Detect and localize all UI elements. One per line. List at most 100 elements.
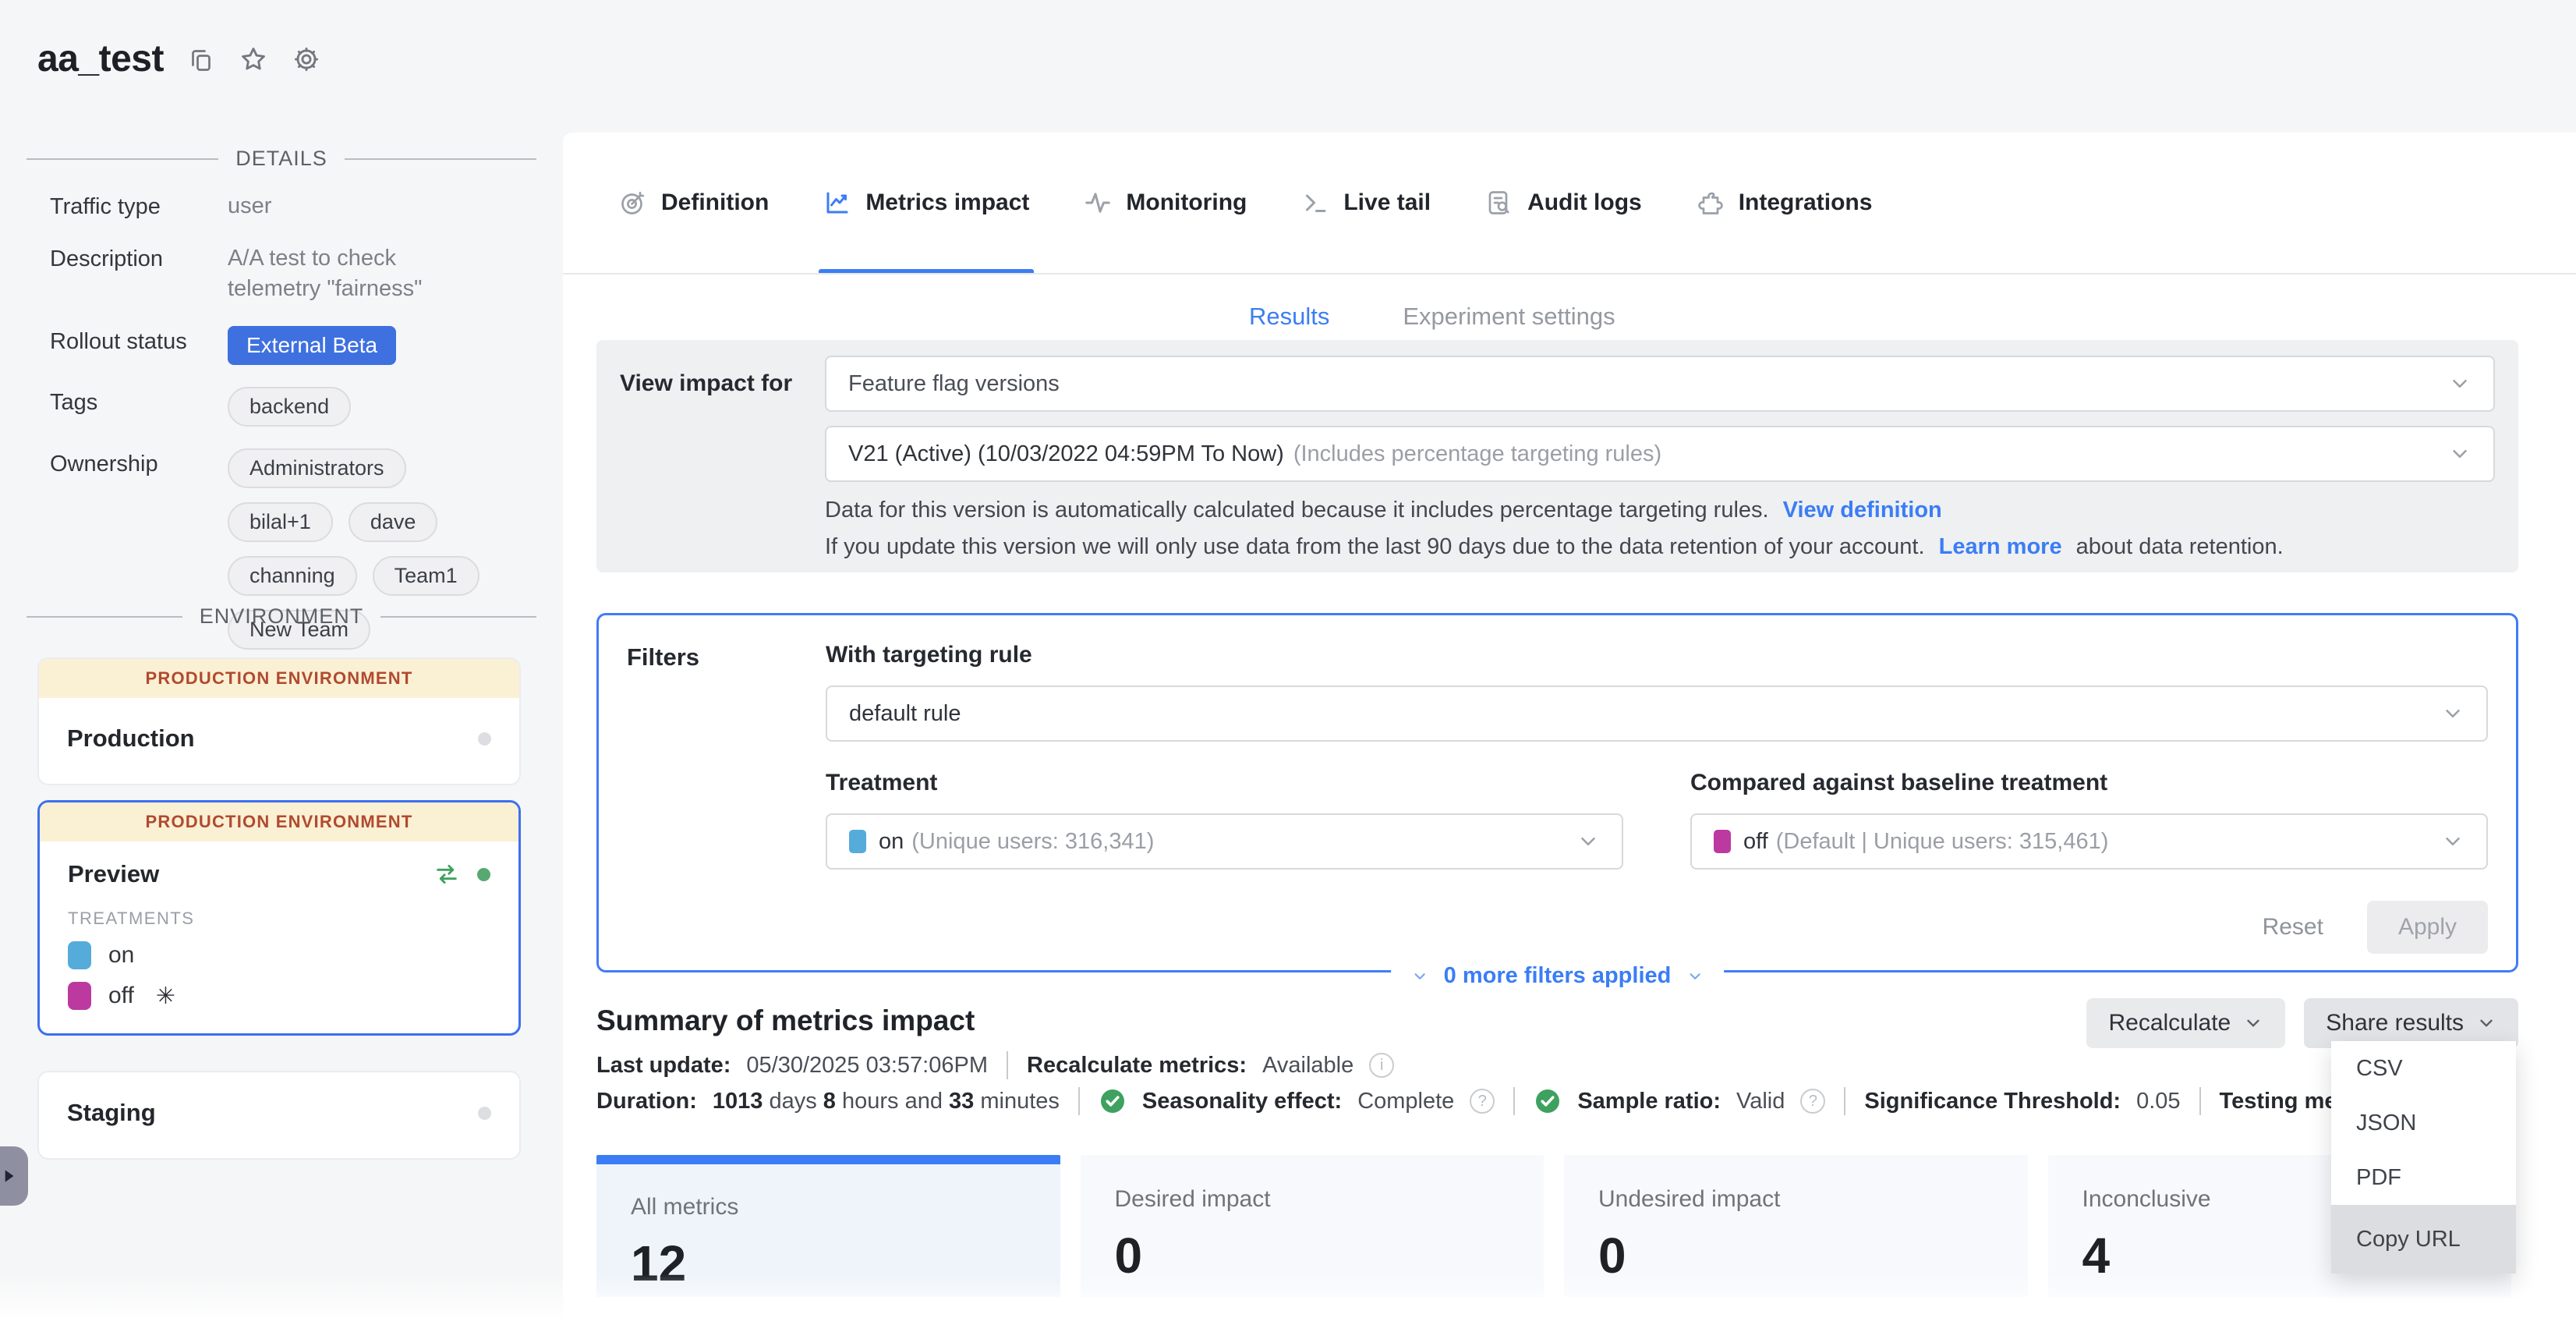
treatment-on-label: on — [108, 942, 134, 969]
owner-chip[interactable]: dave — [349, 502, 438, 542]
tag-chip[interactable]: backend — [228, 387, 351, 427]
tab-metrics-impact[interactable]: Metrics impact — [823, 133, 1029, 273]
baseline-filter: Compared against baseline treatment off … — [1690, 770, 2488, 870]
view-definition-link[interactable]: View definition — [1783, 498, 1942, 523]
check-circle-icon — [1534, 1087, 1562, 1115]
baseline-swatch — [1714, 830, 1731, 853]
star-icon — [239, 44, 268, 74]
menu-item-copy-url[interactable]: Copy URL — [2331, 1205, 2516, 1274]
learn-more-link[interactable]: Learn more — [1939, 534, 2062, 559]
question-icon[interactable]: ? — [1800, 1089, 1825, 1114]
recalculate-button[interactable]: Recalculate — [2086, 998, 2285, 1048]
chevron-down-icon — [2476, 1013, 2496, 1033]
subtab-bar: Results Experiment settings — [563, 303, 2576, 345]
tags-label: Tags — [50, 387, 228, 416]
divider — [2199, 1087, 2201, 1115]
impact-source-dropdown[interactable]: Feature flag versions — [825, 356, 2495, 412]
settings-button[interactable] — [292, 44, 321, 74]
tab-definition[interactable]: Definition — [619, 133, 769, 273]
chevron-down-icon — [2448, 442, 2472, 466]
duration-label: Duration: — [596, 1089, 697, 1114]
baseline-dropdown[interactable]: off (Default | Unique users: 315,461) — [1690, 813, 2488, 870]
check-circle-icon — [1099, 1087, 1127, 1115]
more-filters-label: 0 more filters applied — [1444, 963, 1672, 989]
chevron-down-icon — [2448, 372, 2472, 395]
detail-row-rollout-status: Rollout status External Beta — [50, 326, 525, 365]
document-search-icon — [1485, 189, 1513, 217]
question-icon[interactable]: ? — [1470, 1089, 1495, 1114]
treatment-off-swatch — [68, 982, 91, 1010]
version-dropdown[interactable]: V21 (Active) (10/03/2022 04:59PM To Now)… — [825, 426, 2495, 482]
menu-item-pdf[interactable]: PDF — [2331, 1150, 2516, 1205]
tab-audit-logs[interactable]: Audit logs — [1485, 133, 1642, 273]
default-treatment-marker-icon: ✳ — [156, 983, 175, 1010]
treatment-row-on: on — [68, 941, 490, 969]
status-dot — [478, 1107, 491, 1120]
subtab-experiment-settings[interactable]: Experiment settings — [1403, 303, 1615, 345]
summary-title: Summary of metrics impact — [596, 998, 975, 1037]
menu-item-csv[interactable]: CSV — [2331, 1041, 2516, 1096]
metric-card-undesired-impact[interactable]: Undesired impact 0 — [1564, 1155, 2028, 1297]
recalculate-metrics-label: Recalculate metrics: — [1027, 1053, 1247, 1079]
treatment-value: on — [879, 829, 904, 855]
environment-section-heading: ENVIRONMENT — [27, 604, 536, 629]
apply-button[interactable]: Apply — [2367, 901, 2488, 954]
divider — [1513, 1087, 1515, 1115]
owner-chip[interactable]: Team1 — [373, 556, 479, 596]
metric-summary-cards: All metrics 12 Desired impact 0 Undesire… — [596, 1155, 2511, 1297]
chevron-down-icon — [1411, 968, 1428, 985]
version-value: V21 (Active) (10/03/2022 04:59PM To Now) — [848, 441, 1284, 467]
flag-title-row: aa_test — [37, 37, 321, 80]
production-environment-banner: PRODUCTION ENVIRONMENT — [40, 802, 518, 841]
divider — [27, 616, 182, 618]
owner-chip[interactable]: Administrators — [228, 448, 406, 488]
tab-label: Metrics impact — [865, 190, 1029, 216]
more-filters-toggle[interactable]: 0 more filters applied — [1391, 963, 1725, 989]
subtab-results[interactable]: Results — [1249, 303, 1329, 345]
duration-value: 1013 days 8 hours and 33 minutes — [713, 1089, 1060, 1114]
sidebar: aa_test DETAILS Traffic type user Descri… — [0, 0, 563, 1332]
tab-bar: Definition Metrics impact Monitoring Liv… — [563, 133, 2576, 275]
description-label: Description — [50, 243, 228, 272]
divider — [1007, 1051, 1008, 1079]
production-environment-banner: PRODUCTION ENVIRONMENT — [39, 659, 519, 698]
environment-card-preview[interactable]: PRODUCTION ENVIRONMENT Preview TREATMENT… — [37, 800, 521, 1036]
note-text: Data for this version is automatically c… — [825, 498, 1769, 523]
treatments-heading: TREATMENTS — [68, 909, 490, 929]
metric-card-desired-impact[interactable]: Desired impact 0 — [1081, 1155, 1545, 1297]
status-dot — [478, 732, 491, 746]
seasonality-value: Complete — [1357, 1089, 1454, 1114]
swap-arrows-icon[interactable] — [433, 861, 460, 887]
metric-card-value: 0 — [1598, 1227, 2028, 1284]
metric-card-label: All metrics — [631, 1194, 1060, 1220]
treatment-on-swatch — [68, 941, 91, 969]
pulse-icon — [1084, 189, 1112, 217]
puzzle-icon — [1697, 189, 1725, 217]
environment-card-production[interactable]: PRODUCTION ENVIRONMENT Production — [37, 657, 521, 785]
sidebar-collapse-handle[interactable] — [0, 1146, 28, 1206]
divider — [380, 616, 536, 618]
main-panel: Definition Metrics impact Monitoring Liv… — [563, 133, 2576, 1332]
metric-card-value: 12 — [631, 1235, 1060, 1292]
tab-monitoring[interactable]: Monitoring — [1084, 133, 1247, 273]
environment-card-staging[interactable]: Staging — [37, 1071, 521, 1160]
targeting-rule-dropdown[interactable]: default rule — [826, 685, 2488, 742]
view-impact-panel: View impact for Feature flag versions V2… — [596, 340, 2518, 572]
line-chart-icon — [823, 189, 851, 217]
info-icon[interactable]: i — [1369, 1053, 1394, 1078]
favorite-button[interactable] — [239, 44, 268, 74]
treatment-dropdown[interactable]: on (Unique users: 316,341) — [826, 813, 1623, 870]
tab-label: Monitoring — [1126, 190, 1247, 216]
detail-row-tags: Tags backend — [50, 387, 525, 427]
menu-item-json[interactable]: JSON — [2331, 1096, 2516, 1150]
environment-name: Preview — [68, 860, 159, 888]
owner-chip[interactable]: channing — [228, 556, 357, 596]
copy-name-button[interactable] — [187, 45, 215, 73]
summary-header: Summary of metrics impact Recalculate Sh… — [596, 998, 2518, 1048]
chevron-down-icon — [2441, 830, 2465, 853]
tab-integrations[interactable]: Integrations — [1697, 133, 1873, 273]
tab-live-tail[interactable]: Live tail — [1301, 133, 1431, 273]
owner-chip[interactable]: bilal+1 — [228, 502, 333, 542]
reset-button[interactable]: Reset — [2263, 914, 2323, 941]
metric-card-all-metrics[interactable]: All metrics 12 — [596, 1155, 1060, 1297]
